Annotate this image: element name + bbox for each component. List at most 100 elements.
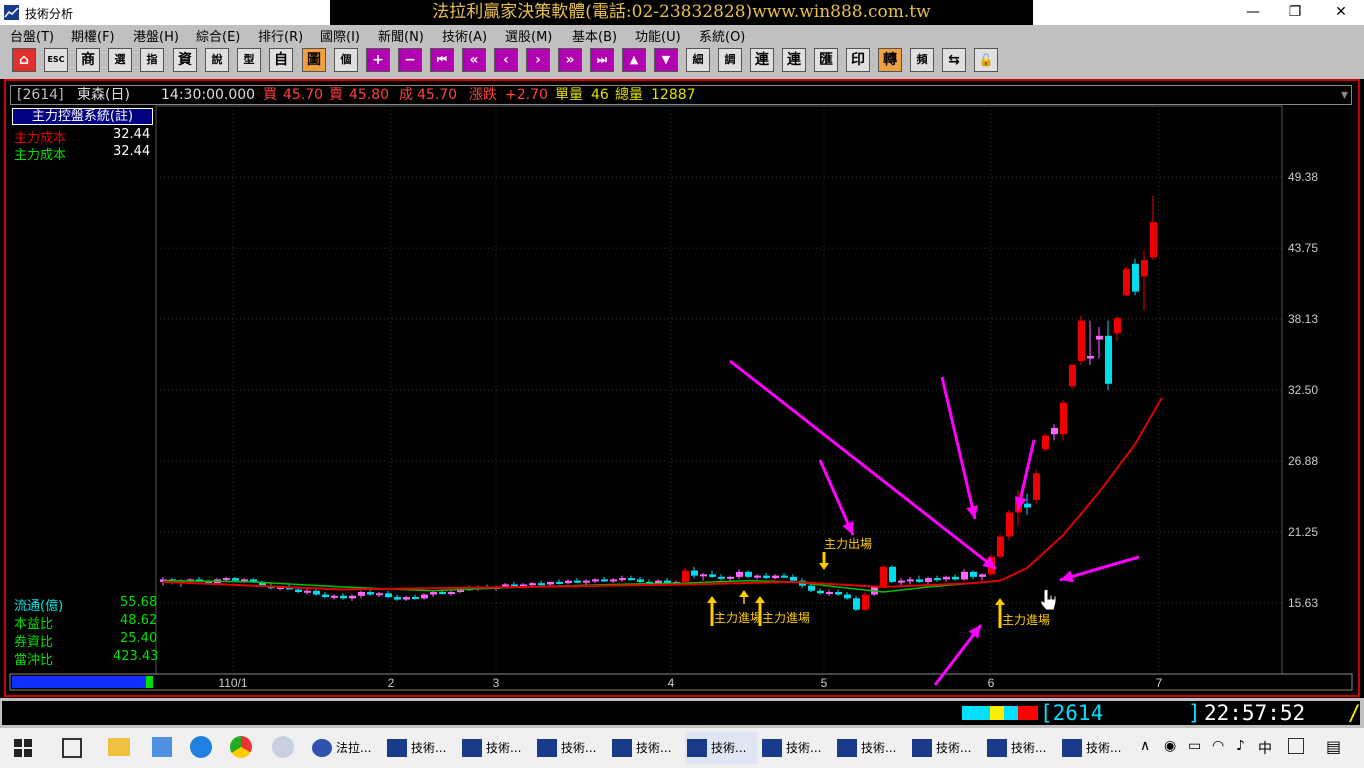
sell-price: 45.80 <box>349 87 390 103</box>
candle-body <box>1060 402 1067 435</box>
y-tick-label: 43.75 <box>1288 241 1318 255</box>
candle-body <box>394 597 401 600</box>
taskbar-app-chart[interactable]: 技術... <box>385 732 457 764</box>
x-tick-label: 5 <box>821 676 828 690</box>
status-color-swatch <box>1018 706 1038 720</box>
taskbar-app-chart[interactable]: 技術... <box>910 732 982 764</box>
taskbar-app-chart-active[interactable]: 技術... <box>685 732 757 764</box>
candle-body <box>304 590 311 593</box>
task-view-icon[interactable] <box>62 738 82 758</box>
y-tick-label: 15.63 <box>1288 596 1318 610</box>
candle-body <box>556 581 563 584</box>
price-change: +2.70 <box>505 87 548 103</box>
pe-label: 本益比 <box>14 617 54 632</box>
cost-green-value: 32.44 <box>113 144 151 159</box>
scroll-down-icon[interactable]: ▾ <box>1341 86 1348 104</box>
candle-body <box>529 583 536 586</box>
candle-body <box>916 579 923 582</box>
candle-body <box>448 592 455 595</box>
taskbar-app-chart[interactable]: 技術... <box>535 732 607 764</box>
file-explorer-icon[interactable] <box>108 738 130 756</box>
taskbar-app-chart[interactable]: 技術... <box>1060 732 1132 764</box>
cost-green-label: 主力成本 <box>14 148 67 163</box>
x-tick-label: 2 <box>388 676 395 690</box>
taskbar-app-ferrari[interactable]: 法拉... <box>310 732 382 764</box>
candle-body <box>223 578 230 581</box>
y-tick-label: 21.25 <box>1288 525 1318 539</box>
candle-body <box>421 594 428 599</box>
candle-body <box>574 580 581 583</box>
candle-body <box>439 592 446 595</box>
total-volume: 12887 <box>651 87 696 103</box>
taskbar-app-chart[interactable]: 技術... <box>985 732 1057 764</box>
candle-body <box>853 598 860 610</box>
windows-start-icon[interactable] <box>14 739 32 757</box>
cost-line-red <box>162 397 1163 591</box>
candle-body <box>1033 473 1040 500</box>
wifi-icon[interactable]: ◠ <box>1212 738 1224 754</box>
volume-icon[interactable]: ♪ <box>1236 738 1245 754</box>
entry-arrow-head <box>707 596 717 603</box>
candle-body <box>709 574 716 577</box>
candle-body <box>340 595 347 599</box>
tray-network-icon[interactable]: ▭ <box>1188 738 1201 754</box>
candle-body <box>412 597 419 600</box>
desktop-icon[interactable] <box>152 737 172 757</box>
sell-label: 賣 <box>329 87 343 103</box>
ie-browser-icon[interactable] <box>190 736 212 758</box>
entry-arrow-head <box>755 596 765 603</box>
buy-label: 買 <box>263 87 277 103</box>
change-label: 漲跌 <box>469 87 497 103</box>
pe-value: 48.62 <box>120 613 158 628</box>
candle-body <box>1024 503 1031 508</box>
status-color-swatch <box>990 706 1004 720</box>
buy-price: 45.70 <box>283 87 324 103</box>
stock-code: [2614] <box>17 87 64 103</box>
stock-name: 東森(日) <box>77 87 130 103</box>
status-clock: 22:57:52 <box>1204 701 1306 725</box>
candle-body <box>700 574 707 577</box>
input-language[interactable]: 中 <box>1258 738 1272 758</box>
candle-body <box>565 580 572 584</box>
status-bar: [2614 ] 22:57:52 / <box>0 698 1364 728</box>
candle-body <box>1069 364 1076 387</box>
candle-body <box>637 579 644 582</box>
notifications-icon[interactable]: ▤ <box>1326 737 1341 756</box>
candle-body <box>1042 435 1049 450</box>
candle-body <box>880 566 887 587</box>
candle-body <box>808 585 815 591</box>
candle-body <box>682 570 689 582</box>
indicator-system-title[interactable]: 主力控盤系統(註) <box>12 108 153 125</box>
candle-body <box>1105 335 1112 384</box>
candle-body <box>1132 263 1139 292</box>
deal-price: 45.70 <box>417 87 458 103</box>
hand-cursor-icon <box>1040 588 1057 611</box>
candle-body <box>610 579 617 582</box>
status-color-swatch <box>962 706 990 720</box>
candle-body <box>430 592 437 595</box>
chrome-icon[interactable] <box>230 736 252 758</box>
taskbar-app-chart[interactable]: 技術... <box>835 732 907 764</box>
candle-body <box>1087 355 1094 359</box>
candle-body <box>403 597 410 600</box>
candle-body <box>961 571 968 580</box>
candle-body <box>1123 268 1130 296</box>
candle-body <box>385 593 392 598</box>
status-bracket: ] <box>1188 701 1201 725</box>
candle-body <box>322 594 329 598</box>
candle-body <box>952 576 959 580</box>
candle-body <box>934 578 941 581</box>
taskbar-app-chart[interactable]: 技術... <box>610 732 682 764</box>
float-value: 55.68 <box>120 595 158 610</box>
candle-body <box>547 581 554 585</box>
candle-body <box>943 576 950 580</box>
tray-meeting-icon[interactable]: ◉ <box>1164 738 1176 754</box>
tray-expand-icon[interactable]: ∧ <box>1140 738 1150 754</box>
candle-body <box>979 574 986 577</box>
ime-icon[interactable] <box>1288 738 1304 754</box>
candle-body <box>295 589 302 593</box>
taskbar-app-chart[interactable]: 技術... <box>760 732 832 764</box>
taskbar-app-chart[interactable]: 技術... <box>460 732 532 764</box>
app-icon[interactable] <box>272 736 294 758</box>
candle-body <box>727 576 734 579</box>
